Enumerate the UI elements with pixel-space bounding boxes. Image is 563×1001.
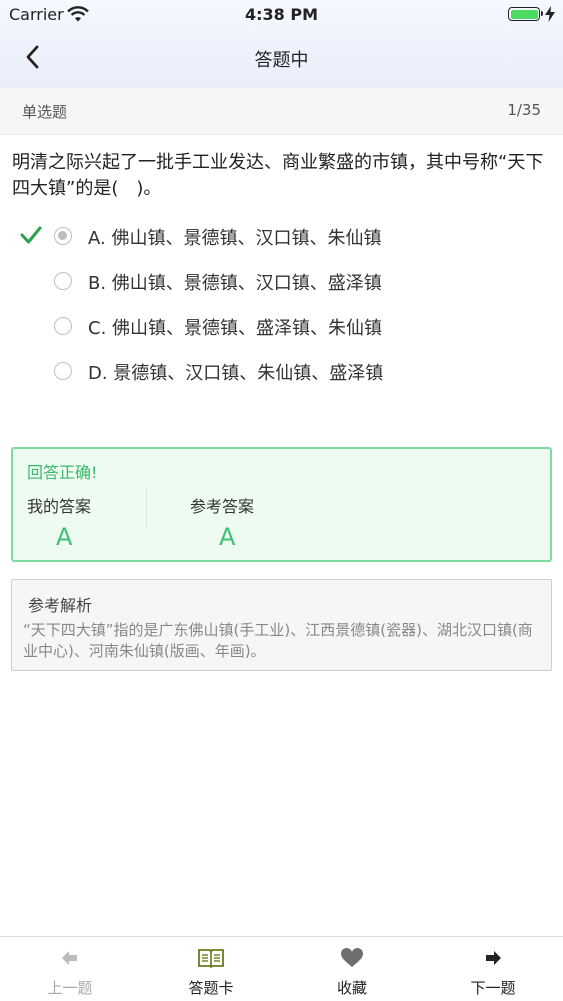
clock-time: 4:38 PM bbox=[244, 5, 318, 24]
answer-card-button[interactable]: 答题卡 bbox=[141, 937, 281, 1001]
battery-icon bbox=[508, 7, 543, 21]
next-question-label: 下一题 bbox=[470, 979, 516, 997]
checkmark-icon bbox=[20, 224, 42, 250]
arrow-left-icon bbox=[0, 947, 140, 969]
navigation-bar: 答题中 bbox=[0, 30, 563, 88]
prev-question-button[interactable]: 上一题 bbox=[0, 937, 140, 1001]
result-status: 回答正确! bbox=[27, 463, 98, 482]
my-answer-label: 我的答案 bbox=[27, 497, 92, 516]
reference-answer-value: A bbox=[219, 523, 236, 551]
option-c-radio[interactable] bbox=[54, 317, 72, 335]
answer-card-label: 答题卡 bbox=[188, 979, 234, 997]
option-a[interactable]: A. 佛山镇、景德镇、汉口镇、朱仙镇 bbox=[0, 218, 563, 258]
charging-bolt-icon bbox=[545, 6, 555, 26]
column-divider bbox=[146, 487, 147, 529]
option-b-radio[interactable] bbox=[54, 272, 72, 290]
my-answer-value: A bbox=[56, 523, 73, 551]
option-d[interactable]: D. 景德镇、汉口镇、朱仙镇、盛泽镇 bbox=[0, 353, 563, 393]
bottom-toolbar: 上一题 答题卡 收藏 下一题 bbox=[0, 936, 563, 1001]
question-progress: 1/35 bbox=[507, 101, 541, 119]
option-c[interactable]: C. 佛山镇、景德镇、盛泽镇、朱仙镇 bbox=[0, 308, 563, 348]
option-b[interactable]: B. 佛山镇、景德镇、汉口镇、盛泽镇 bbox=[0, 263, 563, 303]
analysis-text: “天下四大镇”指的是广东佛山镇(手工业)、江西景德镇(瓷器)、湖北汉口镇(商业中… bbox=[23, 621, 533, 660]
page-title: 答题中 bbox=[254, 50, 309, 71]
option-a-radio[interactable] bbox=[54, 227, 72, 245]
question-header: 单选题 1/35 bbox=[0, 88, 563, 135]
favorite-label: 收藏 bbox=[336, 979, 367, 997]
option-b-label: B. 佛山镇、景德镇、汉口镇、盛泽镇 bbox=[88, 273, 382, 294]
option-d-label: D. 景德镇、汉口镇、朱仙镇、盛泽镇 bbox=[88, 363, 384, 384]
answer-result-panel: 回答正确! 我的答案 A 参考答案 A bbox=[11, 447, 552, 562]
arrow-right-icon bbox=[423, 947, 563, 969]
question-text: 明清之际兴起了一批手工业发达、商业繁盛的市镇，其中号称“天下四大镇”的是( )。 bbox=[12, 152, 544, 199]
option-d-radio[interactable] bbox=[54, 362, 72, 380]
next-question-button[interactable]: 下一题 bbox=[423, 937, 563, 1001]
option-c-label: C. 佛山镇、景德镇、盛泽镇、朱仙镇 bbox=[88, 318, 383, 339]
reference-answer-label: 参考答案 bbox=[190, 497, 255, 516]
analysis-title: 参考解析 bbox=[28, 596, 93, 615]
book-icon bbox=[141, 947, 281, 969]
header-area: Carrier 4:38 PM 答题中 bbox=[0, 0, 563, 88]
prev-question-label: 上一题 bbox=[47, 979, 93, 997]
question-type: 单选题 bbox=[22, 103, 68, 121]
heart-icon bbox=[282, 947, 422, 969]
favorite-button[interactable]: 收藏 bbox=[282, 937, 422, 1001]
status-bar: Carrier 4:38 PM bbox=[0, 0, 563, 30]
option-a-label: A. 佛山镇、景德镇、汉口镇、朱仙镇 bbox=[88, 228, 382, 249]
analysis-panel: 参考解析 “天下四大镇”指的是广东佛山镇(手工业)、江西景德镇(瓷器)、湖北汉口… bbox=[11, 579, 552, 671]
